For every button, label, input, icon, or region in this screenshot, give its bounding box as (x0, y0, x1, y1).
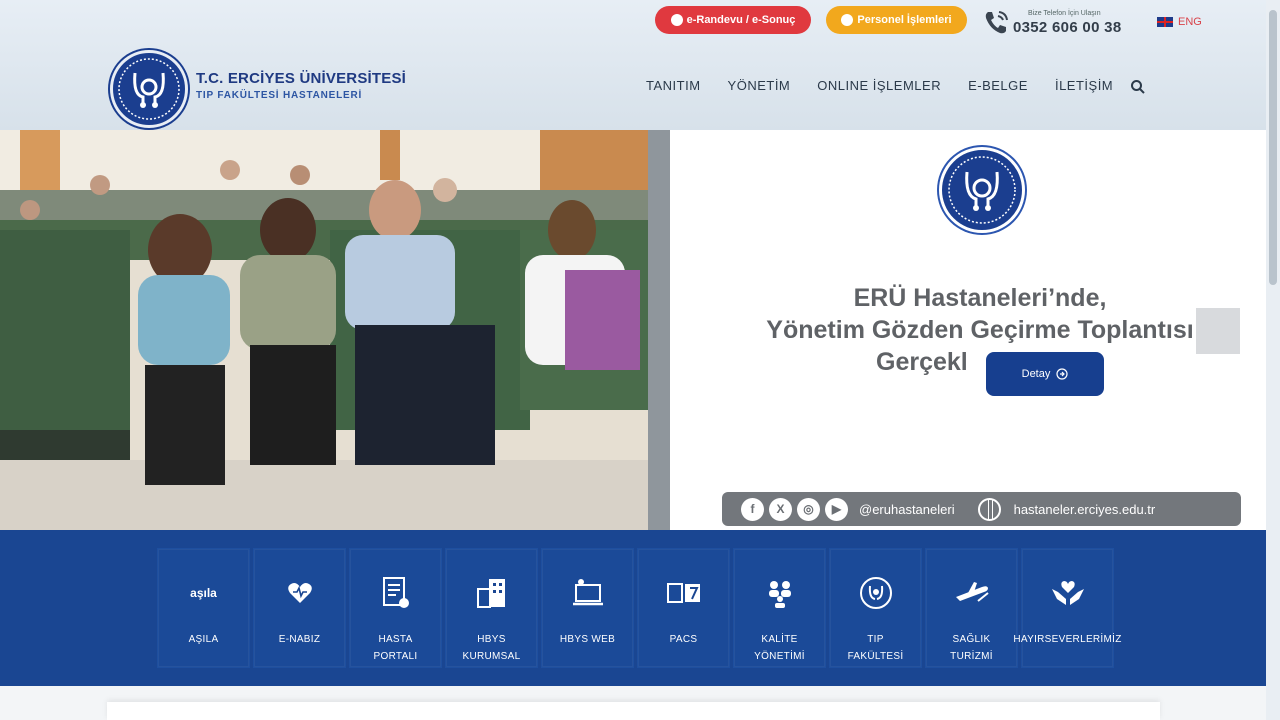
quick-link-label: E-NABIZ (278, 634, 321, 645)
asila-icon: aşıla (190, 586, 217, 600)
university-logo[interactable] (110, 50, 188, 128)
quick-link-label: PACS (669, 634, 698, 645)
quick-links-band: aşıla AŞILA E-NABIZ HASTA PORTALI HBYS K… (0, 530, 1266, 686)
scrollbar-thumb[interactable] (1269, 10, 1277, 285)
bottom-section (0, 686, 1266, 720)
quick-link-label: HBYS KURUMSAL (462, 634, 521, 662)
nav-item-online-islemler[interactable]: ONLINE İŞLEMLER (817, 78, 941, 93)
e-appointment-label: e-Randevu / e-Sonuç (686, 14, 796, 26)
bottom-card (107, 702, 1160, 720)
e-appointment-button[interactable]: e-Randevu / e-Sonuç (655, 6, 811, 34)
phone-icon (985, 11, 1008, 34)
instagram-icon[interactable]: ◎ (797, 497, 820, 521)
user-icon (841, 14, 854, 26)
quick-link-label: SAĞLIK TURİZMİ (950, 634, 993, 662)
uk-flag-icon (1157, 17, 1173, 27)
quick-link-label: HBYS WEB (559, 634, 616, 645)
quick-link-tip-fakultesi[interactable]: TIP FAKÜLTESİ (829, 548, 922, 668)
hero-headline-line3: Gerçekl (876, 348, 968, 376)
quick-link-kalite-yonetimi[interactable]: KALİTE YÖNETİMİ (733, 548, 826, 668)
brand-subtitle: TIP FAKÜLTESİ HASTANELERİ (196, 90, 363, 101)
social-handle[interactable]: @eruhastaneleri (859, 502, 955, 517)
quick-link-pacs[interactable]: PACS (637, 548, 730, 668)
nav-item-iletisim[interactable]: İLETİŞİM (1055, 78, 1113, 93)
quick-link-hbys-kurumsal[interactable]: HBYS KURUMSAL (445, 548, 538, 668)
stethoscope-logo-icon (948, 156, 1016, 224)
xray-icon (664, 577, 704, 609)
slide-divider (648, 130, 670, 530)
site-header: T.C. ERCİYES ÜNİVERSİTESİ TIP FAKÜLTESİ … (0, 42, 1266, 130)
youtube-icon[interactable]: ▶ (825, 497, 848, 521)
nav-item-e-belge[interactable]: E-BELGE (968, 78, 1028, 93)
airplane-icon (952, 577, 992, 609)
quick-link-label: HASTA PORTALI (373, 634, 418, 662)
document-icon (376, 577, 416, 609)
x-twitter-icon[interactable]: X (769, 497, 792, 521)
facebook-icon[interactable]: f (741, 497, 764, 521)
phone-number: 0352 606 00 38 (1013, 19, 1122, 36)
stethoscope-logo-icon (118, 58, 180, 120)
language-switch[interactable]: ENG (1157, 16, 1202, 28)
hero-headline-line1: ERÜ Hastaneleri’nde, (853, 284, 1107, 312)
quick-link-label: AŞILA (188, 634, 219, 645)
globe-icon (977, 497, 1001, 521)
meeting-photo (0, 130, 648, 530)
hands-heart-icon (1048, 577, 1088, 609)
staff-operations-button[interactable]: Personel İşlemleri (826, 6, 967, 34)
quick-link-hbys-web[interactable]: HBYS WEB (541, 548, 634, 668)
phone-caption: Bize Telefon İçin Ulaşın (1028, 10, 1101, 17)
building-icon (472, 577, 512, 609)
quick-links-grid: aşıla AŞILA E-NABIZ HASTA PORTALI HBYS K… (157, 548, 1121, 668)
heart-pulse-icon (280, 577, 320, 609)
quick-link-label: HAYIRSEVERLERİMİZ (1013, 634, 1122, 645)
hero-headline-line2: Yönetim Gözden Geçirme Toplantısı (766, 316, 1194, 344)
main-navigation: TANITIM YÖNETİM ONLINE İŞLEMLER E-BELGE … (646, 78, 1140, 93)
quick-link-hayirseverlerimiz[interactable]: HAYIRSEVERLERİMİZ (1013, 548, 1121, 668)
quick-link-hasta-portali[interactable]: HASTA PORTALI (349, 548, 442, 668)
slider-next-arrow[interactable] (1196, 308, 1240, 354)
phone-contact[interactable]: Bize Telefon İçin Ulaşın 0352 606 00 38 (982, 4, 1142, 38)
calendar-icon (670, 14, 683, 26)
hero-headline: ERÜ Hastaneleri’nde, Yönetim Gözden Geçi… (700, 282, 1260, 378)
brand-title: T.C. ERCİYES ÜNİVERSİTESİ (196, 70, 407, 87)
quick-link-saglik-turizmi[interactable]: SAĞLIK TURİZMİ (925, 548, 1018, 668)
website-link[interactable]: hastaneler.erciyes.edu.tr (1014, 502, 1156, 517)
quick-link-asila[interactable]: aşıla AŞILA (157, 548, 250, 668)
social-bar: f X ◎ ▶ @eruhastaneleri hastaneler.erciy… (722, 492, 1241, 526)
quick-link-label: TIP FAKÜLTESİ (847, 634, 904, 662)
quick-link-e-nabiz[interactable]: E-NABIZ (253, 548, 346, 668)
quick-link-label: KALİTE YÖNETİMİ (754, 634, 805, 662)
detail-button-label: Detay (1021, 368, 1051, 380)
page-scrollbar[interactable] (1266, 0, 1280, 720)
computer-icon (568, 577, 608, 609)
language-label: ENG (1178, 16, 1202, 28)
search-icon[interactable] (1130, 79, 1146, 95)
detail-button[interactable]: Detay (986, 352, 1104, 396)
hero-logo (939, 147, 1025, 233)
nav-item-tanitim[interactable]: TANITIM (646, 78, 701, 93)
nav-item-yonetim[interactable]: YÖNETİM (728, 78, 791, 93)
arrow-circle-icon (1056, 368, 1068, 380)
team-icon (760, 577, 800, 609)
hero-slider: ERÜ Hastaneleri’nde, Yönetim Gözden Geçi… (0, 130, 1266, 530)
faculty-icon (856, 577, 896, 609)
staff-operations-label: Personel İşlemleri (857, 14, 952, 26)
top-utility-bar: e-Randevu / e-Sonuç Personel İşlemleri B… (0, 0, 1266, 42)
